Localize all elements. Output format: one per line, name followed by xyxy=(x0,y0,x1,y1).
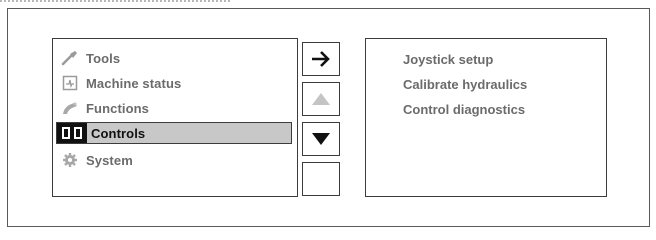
down-button[interactable] xyxy=(302,122,340,156)
controls-icon xyxy=(57,123,87,143)
hydraulic-arm-icon xyxy=(60,99,80,117)
menu-item-label: Machine status xyxy=(86,75,182,91)
submenu-item-joystick-setup[interactable]: Joystick setup xyxy=(403,52,493,67)
wrench-icon xyxy=(60,49,80,67)
menu-item-label: System xyxy=(86,152,133,168)
triangle-up-icon xyxy=(312,93,330,105)
menu-item-controls[interactable]: Controls xyxy=(56,122,292,144)
gear-icon xyxy=(60,151,80,169)
submenu-item-calibrate-hydraulics[interactable]: Calibrate hydraulics xyxy=(403,77,527,92)
enter-button[interactable] xyxy=(302,42,340,76)
submenu-panel: Joystick setup Calibrate hydraulics Cont… xyxy=(365,38,607,197)
menu-item-label: Tools xyxy=(86,50,121,66)
menu-item-system[interactable]: System xyxy=(60,149,133,171)
menu-item-label: Functions xyxy=(86,100,150,116)
arrow-right-icon xyxy=(312,51,330,67)
machine-status-icon xyxy=(60,74,80,92)
main-menu-panel: Tools Machine status Functions Controls … xyxy=(52,38,298,197)
menu-item-label: Controls xyxy=(91,125,146,141)
up-button[interactable] xyxy=(302,82,340,116)
triangle-down-icon xyxy=(312,133,330,145)
blank-button[interactable] xyxy=(302,162,340,196)
header-strip xyxy=(0,0,230,6)
menu-item-tools[interactable]: Tools xyxy=(60,47,120,69)
menu-item-machine-status[interactable]: Machine status xyxy=(60,72,181,94)
submenu-item-control-diagnostics[interactable]: Control diagnostics xyxy=(403,102,525,117)
menu-item-functions[interactable]: Functions xyxy=(60,97,149,119)
